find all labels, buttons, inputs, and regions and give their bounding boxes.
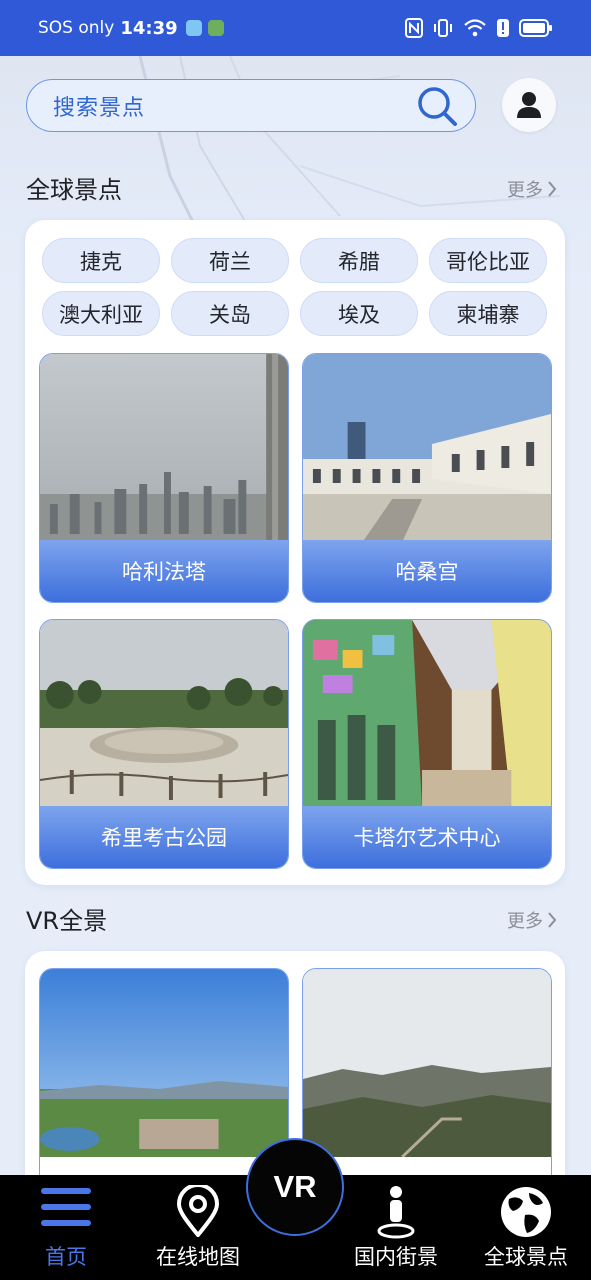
carrier-text: SOS only: [38, 18, 115, 38]
country-chip[interactable]: 澳大利亚: [42, 291, 160, 336]
nav-label: 首页: [45, 1245, 87, 1269]
search-icon[interactable]: [415, 84, 459, 128]
country-chip[interactable]: 希腊: [300, 238, 418, 283]
spot-photo: [40, 620, 288, 808]
global-more-link[interactable]: 更多: [507, 176, 557, 202]
spot-name: 哈桑宫: [303, 540, 551, 602]
spot-card[interactable]: 卡塔尔艺术中心: [302, 619, 552, 869]
vr-photo: [303, 969, 551, 1157]
spot-card[interactable]: 希里考古公园: [39, 619, 289, 869]
nav-label: 全球景点: [484, 1245, 568, 1269]
vr-photo: [40, 969, 288, 1157]
vr-center-button[interactable]: VR: [246, 1138, 344, 1236]
spot-name: 卡塔尔艺术中心: [303, 806, 551, 868]
country-chip[interactable]: 埃及: [300, 291, 418, 336]
nav-domestic-streetview[interactable]: 国内街景: [344, 1175, 448, 1280]
menu-icon: [41, 1188, 91, 1226]
search-input[interactable]: 搜索景点: [53, 90, 415, 122]
country-chips: 捷克 荷兰 希腊 哥伦比亚 澳大利亚 关岛 埃及 柬埔寨: [42, 238, 550, 336]
user-icon: [517, 92, 541, 118]
spot-name: 哈利法塔: [40, 540, 288, 602]
map-pin-icon: [176, 1185, 220, 1237]
vr-more-link[interactable]: 更多: [507, 907, 557, 933]
wifi-icon: [464, 19, 486, 37]
country-chip[interactable]: 荷兰: [171, 238, 289, 283]
country-chip[interactable]: 捷克: [42, 238, 160, 283]
spot-name: 希里考古公园: [40, 806, 288, 868]
search-bar[interactable]: 搜索景点: [26, 79, 476, 132]
nav-label: 在线地图: [156, 1245, 240, 1269]
nav-home[interactable]: 首页: [24, 1175, 108, 1280]
clock: 14:39: [120, 17, 178, 39]
person-pin-icon: [377, 1186, 415, 1239]
more-label: 更多: [507, 911, 543, 932]
spot-card[interactable]: 哈利法塔: [39, 353, 289, 603]
global-section-title: 全球景点: [26, 176, 122, 204]
vr-section-title: VR全景: [26, 907, 108, 935]
nfc-icon: [405, 18, 423, 38]
spot-photo: [303, 354, 551, 542]
globe-icon: [501, 1187, 551, 1237]
country-chip[interactable]: 关岛: [171, 291, 289, 336]
game-app-icon: [207, 20, 224, 36]
global-spots-card: 捷克 荷兰 希腊 哥伦比亚 澳大利亚 关岛 埃及 柬埔寨 哈利法塔 哈桑宫 希里…: [25, 220, 565, 885]
status-bar: SOS only 14:39: [0, 0, 591, 56]
spot-photo: [40, 354, 288, 542]
chevron-right-icon: [548, 181, 557, 197]
battery-icon: [519, 19, 552, 37]
country-chip[interactable]: 柬埔寨: [429, 291, 547, 336]
spot-photo: [303, 620, 551, 808]
nav-label: 国内街景: [354, 1245, 438, 1269]
user-avatar-button[interactable]: [502, 78, 556, 132]
nav-global-spots[interactable]: 全球景点: [474, 1175, 578, 1280]
chevron-right-icon: [548, 912, 557, 928]
message-app-icon: [185, 20, 202, 36]
country-chip[interactable]: 哥伦比亚: [429, 238, 547, 283]
spot-card[interactable]: 哈桑宫: [302, 353, 552, 603]
more-label: 更多: [507, 180, 543, 201]
vibrate-icon: [434, 19, 452, 37]
nav-online-map[interactable]: 在线地图: [146, 1175, 250, 1280]
alert-icon: [497, 19, 509, 37]
